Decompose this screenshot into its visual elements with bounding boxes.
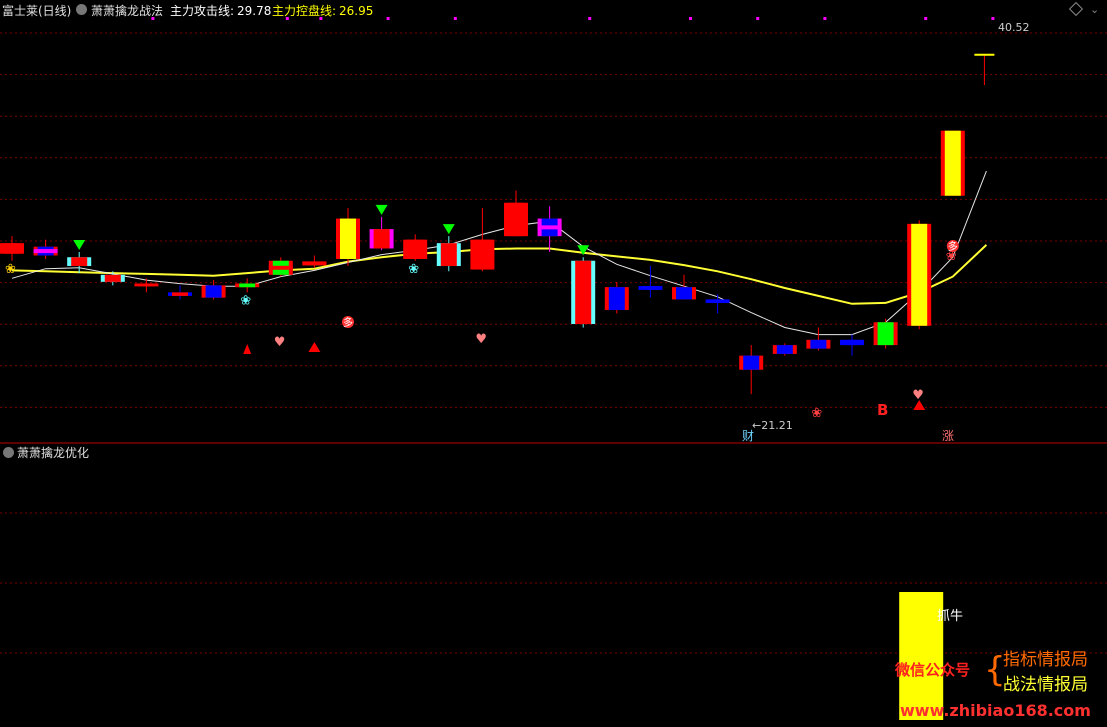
watermark-line1: 指标情报局 — [1003, 650, 1088, 670]
stock-title: 富士莱(日线) — [2, 4, 72, 18]
lower-collapse-icon[interactable] — [3, 447, 14, 458]
candle-body — [104, 274, 121, 282]
butterfly-icon: ❀ — [408, 262, 419, 277]
watermark-wechat: 微信公众号 — [895, 661, 971, 679]
candle-body — [709, 299, 726, 303]
buy-arrow-icon — [243, 344, 252, 354]
high-price-label: 40.52 — [998, 21, 1030, 34]
butterfly-icon: ❀ — [5, 262, 16, 277]
top-signal-dot — [386, 17, 390, 20]
control-line-value: 26.95 — [339, 4, 374, 18]
watermark-line2: 战法情报局 — [1003, 675, 1088, 695]
candle-body — [239, 283, 256, 288]
butterfly-icon: ❀ — [240, 293, 251, 308]
candle-band — [268, 265, 293, 270]
candle-body — [743, 355, 760, 370]
candle-body — [172, 292, 188, 296]
candle-band — [302, 261, 327, 266]
collapse-toggle-icon[interactable] — [76, 4, 87, 15]
sell-arrow-icon — [442, 224, 455, 235]
top-signal-dot — [453, 17, 457, 20]
candle-band — [33, 249, 58, 254]
candle-body — [776, 345, 793, 354]
candlesticks — [0, 130, 965, 395]
top-signal-dot — [756, 17, 760, 20]
attack-line — [11, 170, 987, 336]
low-price-value: 21.21 — [761, 419, 793, 432]
candle-body — [440, 243, 457, 267]
candle-body — [575, 260, 592, 325]
chevron-down-icon[interactable]: ⌄ — [1090, 2, 1099, 18]
candle-body — [407, 239, 424, 259]
candle-body — [608, 287, 625, 310]
candle-body — [508, 202, 524, 237]
control-line-label: 主力控盘线: — [272, 4, 337, 18]
top-signal-dot — [689, 17, 692, 20]
candle-body — [138, 283, 155, 287]
indicator-title: 萧萧擒龙战法 — [91, 4, 164, 18]
attack-line-label: 主力攻击线: — [170, 4, 235, 18]
top-signal-dot — [823, 17, 827, 20]
lower-panel-title: 萧萧擒龙优化 — [17, 446, 90, 460]
top-signal-dot — [588, 17, 592, 20]
top-signal-dot — [991, 17, 995, 20]
grid-lines — [0, 32, 1107, 654]
signal-heart-icon: ♥ — [475, 332, 487, 347]
sell-arrow-icon — [73, 239, 86, 250]
zhang-marker: 涨 — [942, 429, 955, 443]
control-line — [11, 244, 988, 305]
candle-body — [844, 339, 860, 346]
indicator-lines — [11, 170, 988, 336]
butterfly-icon: ❀ — [811, 406, 822, 421]
buy-b-marker: B — [877, 401, 889, 419]
candle-body — [676, 287, 692, 300]
duo-marker: 多 — [948, 240, 958, 253]
attack-line-value: 29.78 — [237, 4, 272, 18]
cai-marker: 财 — [742, 429, 755, 443]
candle-body — [71, 257, 88, 267]
candle-body — [340, 218, 356, 259]
low-price-label: ←21.21 — [752, 419, 793, 432]
watermark-url: www.zhibiao168.com — [900, 701, 1091, 720]
candle-body — [810, 339, 827, 349]
lower-bar-label: 抓牛 — [937, 609, 964, 624]
top-signal-dot — [924, 17, 928, 20]
duo-marker: 多 — [343, 316, 353, 329]
signal-heart-icon: ♥ — [912, 388, 924, 403]
buy-triangle-icon — [308, 342, 321, 352]
candle-body — [642, 286, 659, 290]
candle-body — [474, 239, 491, 270]
candle-body — [911, 223, 928, 326]
candle-body — [4, 243, 20, 254]
candle-band — [537, 225, 562, 230]
candle-body — [373, 229, 390, 249]
signal-markers: ❀❀❀❀❀多多♥ ♥♥ — [5, 17, 995, 421]
signal-heart-icon: ♥ — [274, 335, 286, 350]
candle-body — [205, 285, 222, 298]
sell-arrow-icon — [375, 204, 388, 215]
candle-body — [944, 130, 961, 196]
candle-body — [877, 322, 894, 346]
